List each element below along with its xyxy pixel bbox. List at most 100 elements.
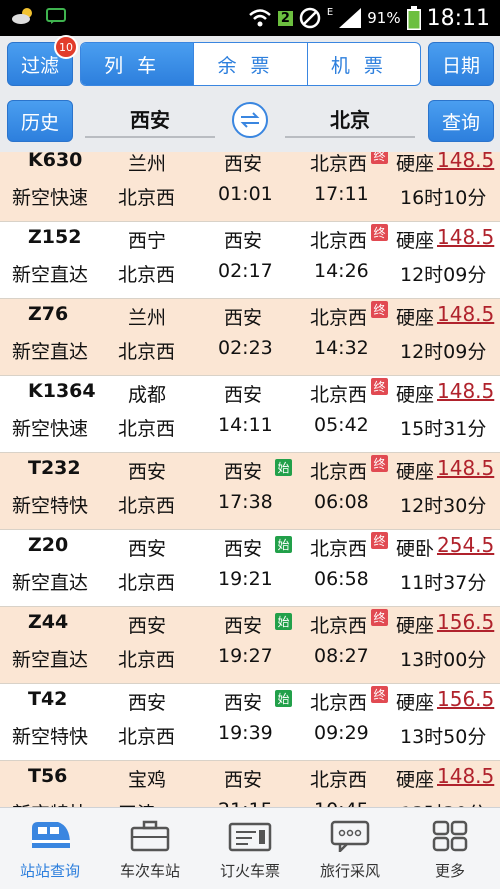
terminus-end-tag: 终 [371,686,388,703]
arrive-time: 10:45 [314,799,369,807]
filter-button[interactable]: 过滤 10 [7,35,78,86]
origin-start-tag: 始 [275,536,292,553]
nav-more[interactable]: 更多 [400,808,500,889]
train-number: T232 [28,457,81,479]
duration: 11时37分 [400,572,487,594]
arrive-station: 北京西 [310,769,368,791]
price-link[interactable]: 148.5 [437,302,494,326]
network-type: E [326,6,334,18]
seat-type: 硬座 [396,692,435,714]
origin-start-tag: 始 [275,459,292,476]
train-row[interactable]: Z44 新空直达 西安 北京西 西安 19:27 北京西 08:27 硬座 13时00分 156.5… [0,607,500,684]
origin-station: 宝鸡 [128,769,167,791]
train-number: K1364 [28,380,96,402]
origin-station: 兰州 [128,153,167,175]
train-row[interactable]: Z76 新空直达 兰州 北京西 西安 02:23 北京西 14:32 硬座 12时09分 148.5… [0,299,500,376]
depart-time: 01:01 [218,183,273,205]
depart-time: 21:15 [218,799,273,807]
battery-percent: 91% [367,9,401,27]
terminus-end-tag: 终 [371,532,388,549]
price-link[interactable]: 148.5 [437,152,494,172]
duration: 12时09分 [400,341,487,363]
seat-type: 硬座 [396,384,435,406]
message-icon [46,8,66,24]
arrive-station: 北京西 [310,538,368,560]
train-row[interactable]: K630 新空快速 兰州 北京西 西安 01:01 北京西 17:11 硬座 16时10分 148.… [0,152,500,222]
arrive-station: 北京西 [310,384,368,406]
depart-station: 西安 [224,461,263,483]
price-link[interactable]: 148.5 [437,764,494,788]
price-link[interactable]: 148.5 [437,456,494,480]
price-link[interactable]: 148.5 [437,225,494,249]
price-link[interactable]: 254.5 [437,533,494,557]
swap-cities-button[interactable] [232,102,268,138]
seat-type: 硬座 [396,769,435,791]
arrive-time: 06:58 [314,568,369,590]
tab-remaining-tickets[interactable]: 余票 [193,43,306,85]
terminus-station: 北京西 [118,187,176,209]
train-row[interactable]: Z152 新空直达 西宁 北京西 西安 02:17 北京西 14:26 硬座 12时09分 148.… [0,222,500,299]
origin-station: 西安 [128,461,167,483]
train-type: 新空直达 [12,341,89,363]
train-row[interactable]: T232 新空特快 西安 北京西 西安 17:38 北京西 06:08 硬座 12时30分 148.… [0,453,500,530]
ticket-icon [228,822,272,852]
filter-label: 过滤 [20,54,59,77]
depart-time: 19:21 [218,568,273,590]
origin-station: 兰州 [128,307,167,329]
train-row[interactable]: K1364 新空快速 成都 北京西 西安 14:11 北京西 05:42 硬座 15时31分 148… [0,376,500,453]
origin-start-tag: 始 [275,613,292,630]
price-link[interactable]: 156.5 [437,610,494,634]
chat-bubble-icon [330,820,370,852]
duration: 16时10分 [400,187,487,209]
tab-flights[interactable]: 机票 [306,43,420,85]
depart-station: 西安 [224,692,263,714]
swap-icon [240,112,260,128]
price-link[interactable]: 148.5 [437,379,494,403]
duration: 15时31分 [400,418,487,440]
origin-station: 成都 [128,384,167,406]
nav-travel-notes[interactable]: 旅行采风 [300,808,400,889]
mode-tabs: 列车 余票 机票 [80,42,421,86]
from-city-field[interactable]: 西安 [85,100,215,138]
arrive-station: 北京西 [310,615,368,637]
depart-time: 02:17 [218,260,273,282]
train-type: 新空特快 [12,799,88,807]
to-city-field[interactable]: 北京 [285,100,415,138]
query-button[interactable]: 查询 [428,100,494,142]
briefcase-icon [130,820,170,852]
origin-start-tag: 始 [275,690,292,707]
price-link[interactable]: 156.5 [437,687,494,711]
arrive-time: 14:32 [314,337,369,359]
arrive-time: 09:29 [314,722,369,744]
train-row[interactable]: T42 新空特快 西安 北京西 西安 19:39 北京西 09:29 硬座 13时50分 156.5… [0,684,500,761]
terminus-end-tag: 终 [371,609,388,626]
date-button[interactable]: 日期 [428,42,494,86]
nav-train-station[interactable]: 车次车站 [100,808,200,889]
depart-station: 西安 [224,769,263,791]
train-type: 新空直达 [12,264,89,286]
seat-type: 硬座 [396,230,435,252]
train-list: K630 新空快速 兰州 北京西 西安 01:01 北京西 17:11 硬座 16时10分 148.… [0,152,500,807]
depart-station: 西安 [224,230,263,252]
train-row[interactable]: T56 新空特快 宝鸡天津 西安 21:15 北京西 10:45 硬座 13时30分 148.5 [0,761,500,807]
clock: 18:11 [426,5,490,31]
bottom-nav: 站站查询 车次车站 订火车票 旅行采风 更多 [0,807,500,889]
train-type: 新空快速 [12,187,89,209]
arrive-time: 17:11 [314,183,369,205]
tab-trains[interactable]: 列车 [81,43,194,85]
depart-station: 西安 [224,538,263,560]
train-row[interactable]: Z20 新空直达 西安 北京西 西安 19:21 北京西 06:58 硬卧 11时37分 254.5… [0,530,500,607]
blocked-icon [299,7,321,29]
history-button[interactable]: 历史 [7,100,73,142]
depart-station: 西安 [224,384,263,406]
wifi-icon [249,9,271,27]
terminus-end-tag: 终 [371,301,388,318]
depart-station: 西安 [224,307,263,329]
nav-station-search[interactable]: 站站查询 [0,808,100,889]
duration: 13时00分 [400,649,487,671]
seat-type: 硬座 [396,615,435,637]
nav-book-ticket[interactable]: 订火车票 [200,808,300,889]
terminus-end-tag: 终 [371,224,388,241]
weather-icon [12,8,32,24]
depart-station: 西安 [224,153,263,175]
